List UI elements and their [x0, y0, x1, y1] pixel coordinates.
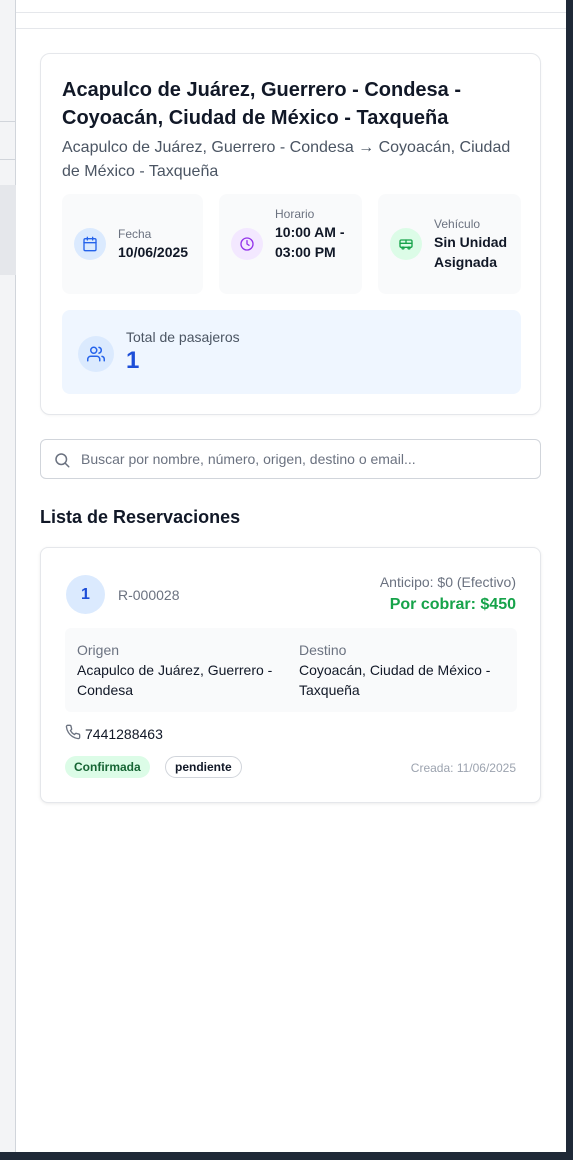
- search-icon: [53, 451, 71, 469]
- time-label: Horario: [275, 207, 315, 221]
- passengers-label: Total de pasajeros: [126, 329, 240, 345]
- vehicle-value: Sin Unidad Asignada: [434, 234, 508, 270]
- vehicle-info-box: Vehículo Sin Unidad Asignada: [378, 194, 521, 294]
- time-info-box: Horario 10:00 AM - 03:00 PM: [219, 194, 362, 294]
- time-value: 10:00 AM - 03:00 PM: [275, 224, 345, 260]
- reservation-number: 1: [66, 575, 105, 614]
- reservation-code: R-000028: [118, 587, 180, 603]
- status-badge: Confirmada: [65, 756, 150, 778]
- bus-icon: [390, 228, 422, 260]
- reservations-drawer: Acapulco de Juárez, Guerrero - Condesa -…: [16, 0, 566, 1152]
- passengers-box: Total de pasajeros 1: [62, 310, 521, 394]
- phone-number: 7441288463: [85, 726, 163, 742]
- users-icon: [78, 336, 114, 372]
- date-label: Fecha: [118, 227, 152, 241]
- reservations-title: Lista de Reservaciones: [40, 507, 241, 527]
- destination-label: Destino: [299, 642, 347, 658]
- created-date: Creada: 11/06/2025: [410, 761, 516, 775]
- date-info-box: Fecha 10/06/2025: [62, 194, 203, 294]
- reservation-deposit: Anticipo: $0 (Efectivo): [379, 574, 516, 590]
- phone-icon: [65, 724, 81, 745]
- background-block: [0, 185, 16, 275]
- search-input[interactable]: [81, 440, 531, 478]
- calendar-icon: [74, 228, 106, 260]
- payment-status-badge: pendiente: [165, 756, 242, 778]
- destination-value: Coyoacán, Ciudad de México - Taxqueña: [299, 662, 491, 698]
- origin-value: Acapulco de Juárez, Guerrero - Condesa: [77, 662, 273, 698]
- drawer-header: [16, 0, 566, 13]
- reservation-card[interactable]: 1 R-000028 Anticipo: $0 (Efectivo) Por c…: [40, 547, 541, 803]
- vehicle-label: Vehículo: [434, 217, 481, 231]
- background-page: [0, 0, 16, 1160]
- origin-destination-box: Origen Acapulco de Juárez, Guerrero - Co…: [65, 628, 517, 712]
- trip-summary-card: Acapulco de Juárez, Guerrero - Condesa -…: [40, 53, 541, 415]
- date-value: 10/06/2025: [118, 244, 189, 260]
- origin-label: Origen: [77, 642, 120, 658]
- route-subtitle: Acapulco de Juárez, Guerrero - Condesa →…: [62, 139, 511, 180]
- route-title: Acapulco de Juárez, Guerrero - Condesa -…: [62, 79, 461, 129]
- drawer-divider: [16, 28, 566, 29]
- background-divider: [0, 159, 16, 160]
- passengers-count: 1: [126, 347, 140, 374]
- phone-row: 7441288463: [65, 724, 163, 744]
- search-field[interactable]: [40, 439, 541, 479]
- clock-icon: [231, 228, 263, 260]
- scrollbar: [566, 0, 573, 1160]
- bottom-frame: [0, 1152, 573, 1160]
- reservation-amount-due: Por cobrar: $450: [389, 596, 516, 613]
- background-divider: [0, 121, 16, 122]
